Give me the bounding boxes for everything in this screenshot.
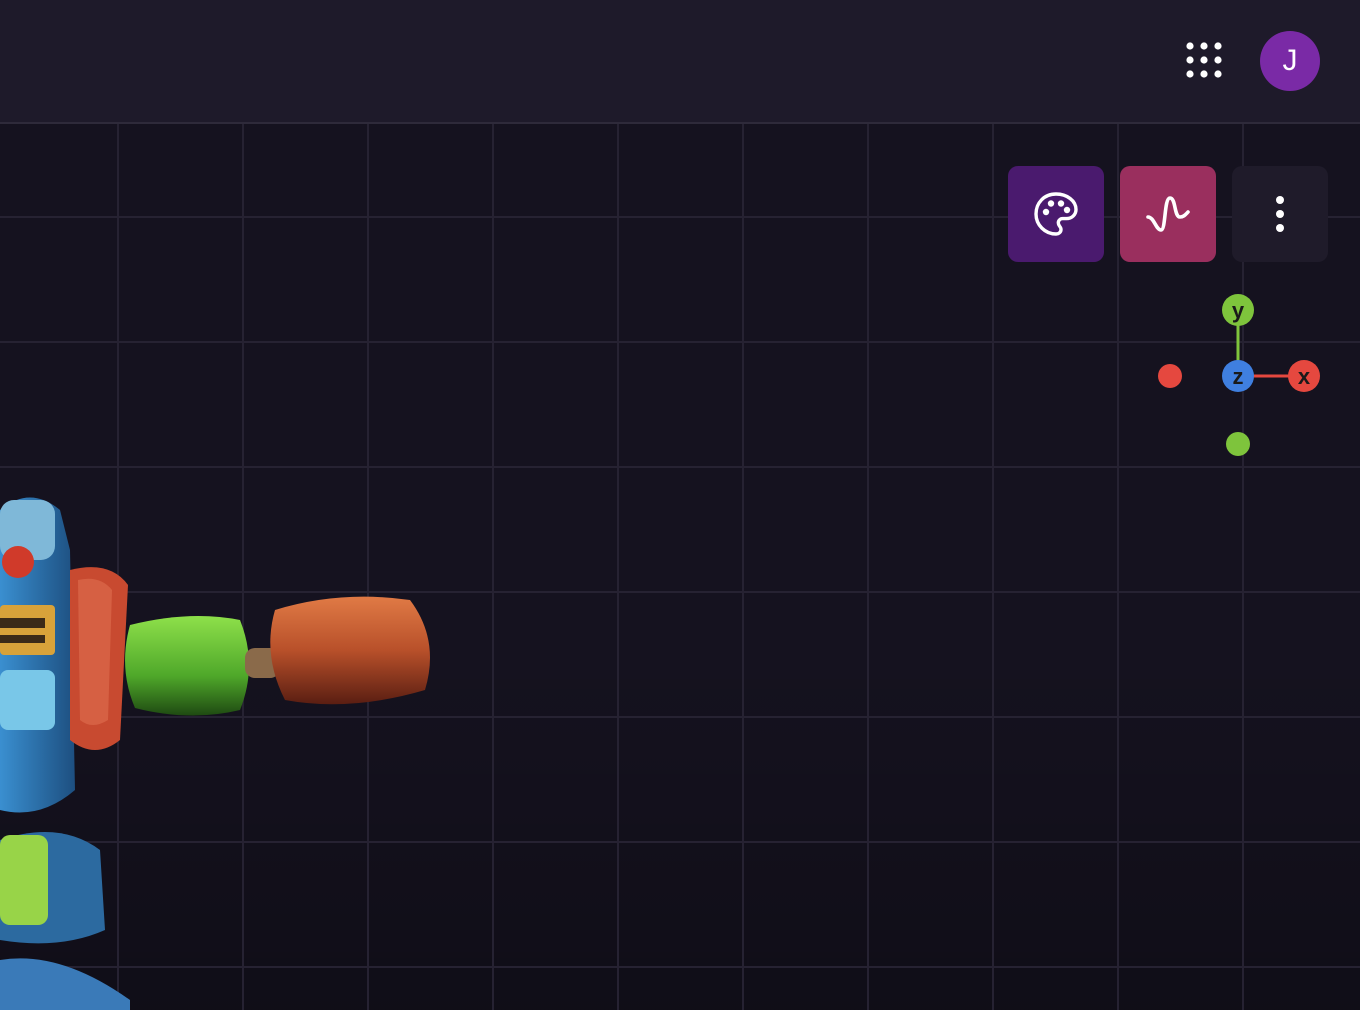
axis-gizmo[interactable]: y x z xyxy=(1150,292,1330,462)
y-axis-handle[interactable]: y xyxy=(1222,294,1254,326)
palette-button[interactable] xyxy=(1008,166,1104,262)
y-negative-handle[interactable] xyxy=(1226,432,1250,456)
x-negative-handle[interactable] xyxy=(1158,364,1182,388)
x-axis-label: x xyxy=(1298,364,1311,389)
wave-icon xyxy=(1146,196,1190,232)
x-axis-handle[interactable]: x xyxy=(1288,360,1320,392)
apps-grid-icon[interactable] xyxy=(1184,40,1224,80)
robot-model[interactable] xyxy=(0,490,440,1010)
palette-icon xyxy=(1034,192,1078,236)
wave-button[interactable] xyxy=(1120,166,1216,262)
y-axis-label: y xyxy=(1232,298,1245,323)
more-vertical-icon xyxy=(1276,196,1284,232)
z-axis-label: z xyxy=(1233,364,1244,389)
z-axis-handle[interactable]: z xyxy=(1222,360,1254,392)
user-avatar[interactable]: J xyxy=(1260,31,1320,91)
more-options-button[interactable] xyxy=(1232,166,1328,262)
top-bar: J xyxy=(0,0,1360,124)
